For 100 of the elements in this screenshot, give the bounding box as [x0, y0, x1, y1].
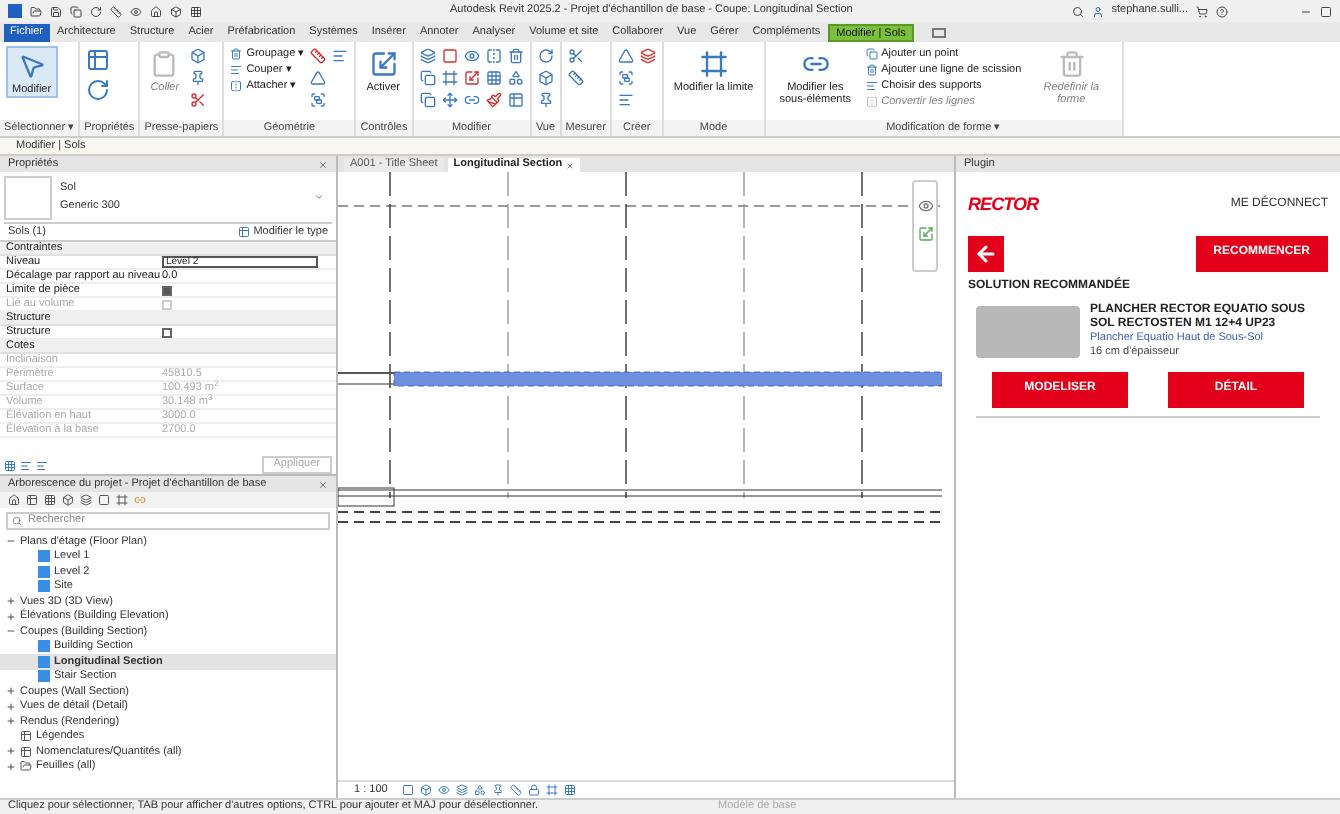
ribbon-tool-icon[interactable]	[310, 92, 327, 108]
maximize-icon[interactable]	[1320, 5, 1332, 17]
view-control-icon[interactable]	[527, 784, 540, 796]
quick-access-icon[interactable]	[30, 5, 42, 17]
tool-icon	[150, 50, 179, 78]
search-icon	[12, 516, 22, 526]
user-icon	[1091, 5, 1104, 17]
tool-icon	[865, 96, 878, 108]
view-control-icon[interactable]	[419, 784, 432, 796]
search-icon[interactable]	[1071, 5, 1084, 17]
ribbon-tool-icon[interactable]	[537, 92, 554, 108]
ribbon-tool-icon[interactable]	[189, 48, 206, 64]
sort-descending-icon[interactable]	[36, 459, 48, 471]
ribbon-tool-icon[interactable]	[419, 70, 436, 86]
arrow-left-icon	[974, 241, 998, 265]
view-control-icon[interactable]	[401, 784, 414, 796]
property-checkbox[interactable]	[162, 327, 172, 337]
browser-toolbar-icon[interactable]	[62, 494, 74, 506]
ribbon-tool-icon[interactable]	[310, 70, 327, 86]
ribbon-tool-icon[interactable]	[617, 48, 634, 64]
ribbon-tool-icon[interactable]	[189, 92, 206, 108]
legend-icon	[20, 730, 32, 743]
tool-icon	[1057, 50, 1086, 78]
expand-icon[interactable]	[6, 716, 16, 727]
quick-access-icon[interactable]	[90, 5, 102, 17]
ribbon-tool-icon[interactable]	[463, 48, 480, 64]
view-control-icon[interactable]	[455, 784, 468, 796]
expand-icon[interactable]	[6, 611, 16, 622]
view-control-icon[interactable]	[563, 784, 576, 796]
ribbon-tool-icon[interactable]	[419, 92, 436, 108]
ribbon-tool-icon[interactable]	[463, 70, 480, 86]
sort-ascending-icon[interactable]	[20, 459, 32, 471]
ribbon-tool-icon[interactable]	[537, 48, 554, 64]
ribbon-tool-icon[interactable]	[567, 48, 584, 64]
collapse-icon[interactable]	[6, 536, 16, 547]
ribbon-tool-icon[interactable]	[639, 48, 656, 64]
ribbon-tool-icon[interactable]	[537, 70, 554, 86]
ribbon-tool-icon[interactable]	[507, 48, 524, 64]
ribbon-tool-icon[interactable]	[86, 78, 111, 102]
expand-icon[interactable]	[6, 686, 16, 697]
browser-toolbar-icon[interactable]	[8, 494, 20, 506]
ribbon-tool-icon[interactable]	[617, 70, 634, 86]
ribbon-tool-icon[interactable]	[617, 92, 634, 108]
tab-options-icon[interactable]	[931, 28, 946, 38]
ribbon-tool-icon[interactable]	[441, 92, 458, 108]
minimize-icon[interactable]	[1300, 5, 1312, 17]
ribbon-tool-icon[interactable]	[441, 48, 458, 64]
ribbon-tool-icon[interactable]	[463, 92, 480, 108]
view-control-icon[interactable]	[437, 784, 450, 796]
tool-icon	[865, 48, 878, 60]
browser-toolbar-icon[interactable]	[116, 494, 128, 506]
view-control-icon[interactable]	[545, 784, 558, 796]
view-control-icon[interactable]	[473, 784, 486, 796]
browser-toolbar-icon[interactable]	[98, 494, 110, 506]
tool-icon	[230, 80, 243, 92]
ribbon-tool-icon[interactable]	[485, 92, 502, 108]
ribbon-tool-icon[interactable]	[86, 48, 111, 72]
browser-toolbar-icon[interactable]	[44, 494, 56, 506]
view-control-icon[interactable]	[509, 784, 522, 796]
tool-icon	[699, 50, 728, 78]
expand-icon[interactable]	[6, 761, 16, 772]
help-icon[interactable]	[1216, 5, 1228, 17]
categorize-icon[interactable]	[4, 459, 16, 471]
navigation-bar[interactable]	[912, 180, 938, 272]
tool-icon	[17, 52, 46, 80]
ribbon-tool-icon[interactable]	[310, 48, 327, 64]
property-checkbox[interactable]	[162, 285, 172, 295]
app-logo-icon	[8, 4, 22, 18]
expand-icon[interactable]	[6, 701, 16, 712]
quick-access-icon[interactable]	[110, 5, 122, 17]
back-button[interactable]	[968, 235, 1004, 271]
ribbon-tool-icon[interactable]	[507, 70, 524, 86]
ribbon-tool-icon[interactable]	[189, 70, 206, 86]
schedule-icon	[20, 745, 32, 758]
product-image	[976, 305, 1080, 357]
tool-icon	[230, 48, 243, 60]
quick-access-icon[interactable]	[70, 5, 82, 17]
ribbon-tool-icon[interactable]	[507, 92, 524, 108]
view-control-icon[interactable]	[491, 784, 504, 796]
quick-access-icon[interactable]	[190, 5, 202, 17]
quick-access-icon[interactable]	[150, 5, 162, 17]
collapse-icon[interactable]	[6, 626, 16, 637]
ribbon-tool-icon[interactable]	[485, 70, 502, 86]
ribbon-tool-icon[interactable]	[332, 48, 349, 64]
expand-icon[interactable]	[6, 746, 16, 757]
expand-icon[interactable]	[6, 596, 16, 607]
brand-logo: RECTOR	[968, 192, 1039, 218]
quick-access-icon[interactable]	[50, 5, 62, 17]
ribbon-tool-icon[interactable]	[441, 70, 458, 86]
dropdown-icon[interactable]	[314, 192, 324, 202]
quick-access-icon[interactable]	[170, 5, 182, 17]
browser-toolbar-icon[interactable]	[26, 494, 38, 506]
ribbon-tool-icon[interactable]	[485, 48, 502, 64]
tool-icon	[865, 80, 878, 92]
browser-toolbar-icon[interactable]	[80, 494, 92, 506]
quick-access-icon[interactable]	[130, 5, 142, 17]
cart-icon[interactable]	[1196, 5, 1208, 17]
ribbon-tool-icon[interactable]	[567, 70, 584, 86]
edit-type-icon[interactable]	[237, 226, 250, 238]
ribbon-tool-icon[interactable]	[419, 48, 436, 64]
